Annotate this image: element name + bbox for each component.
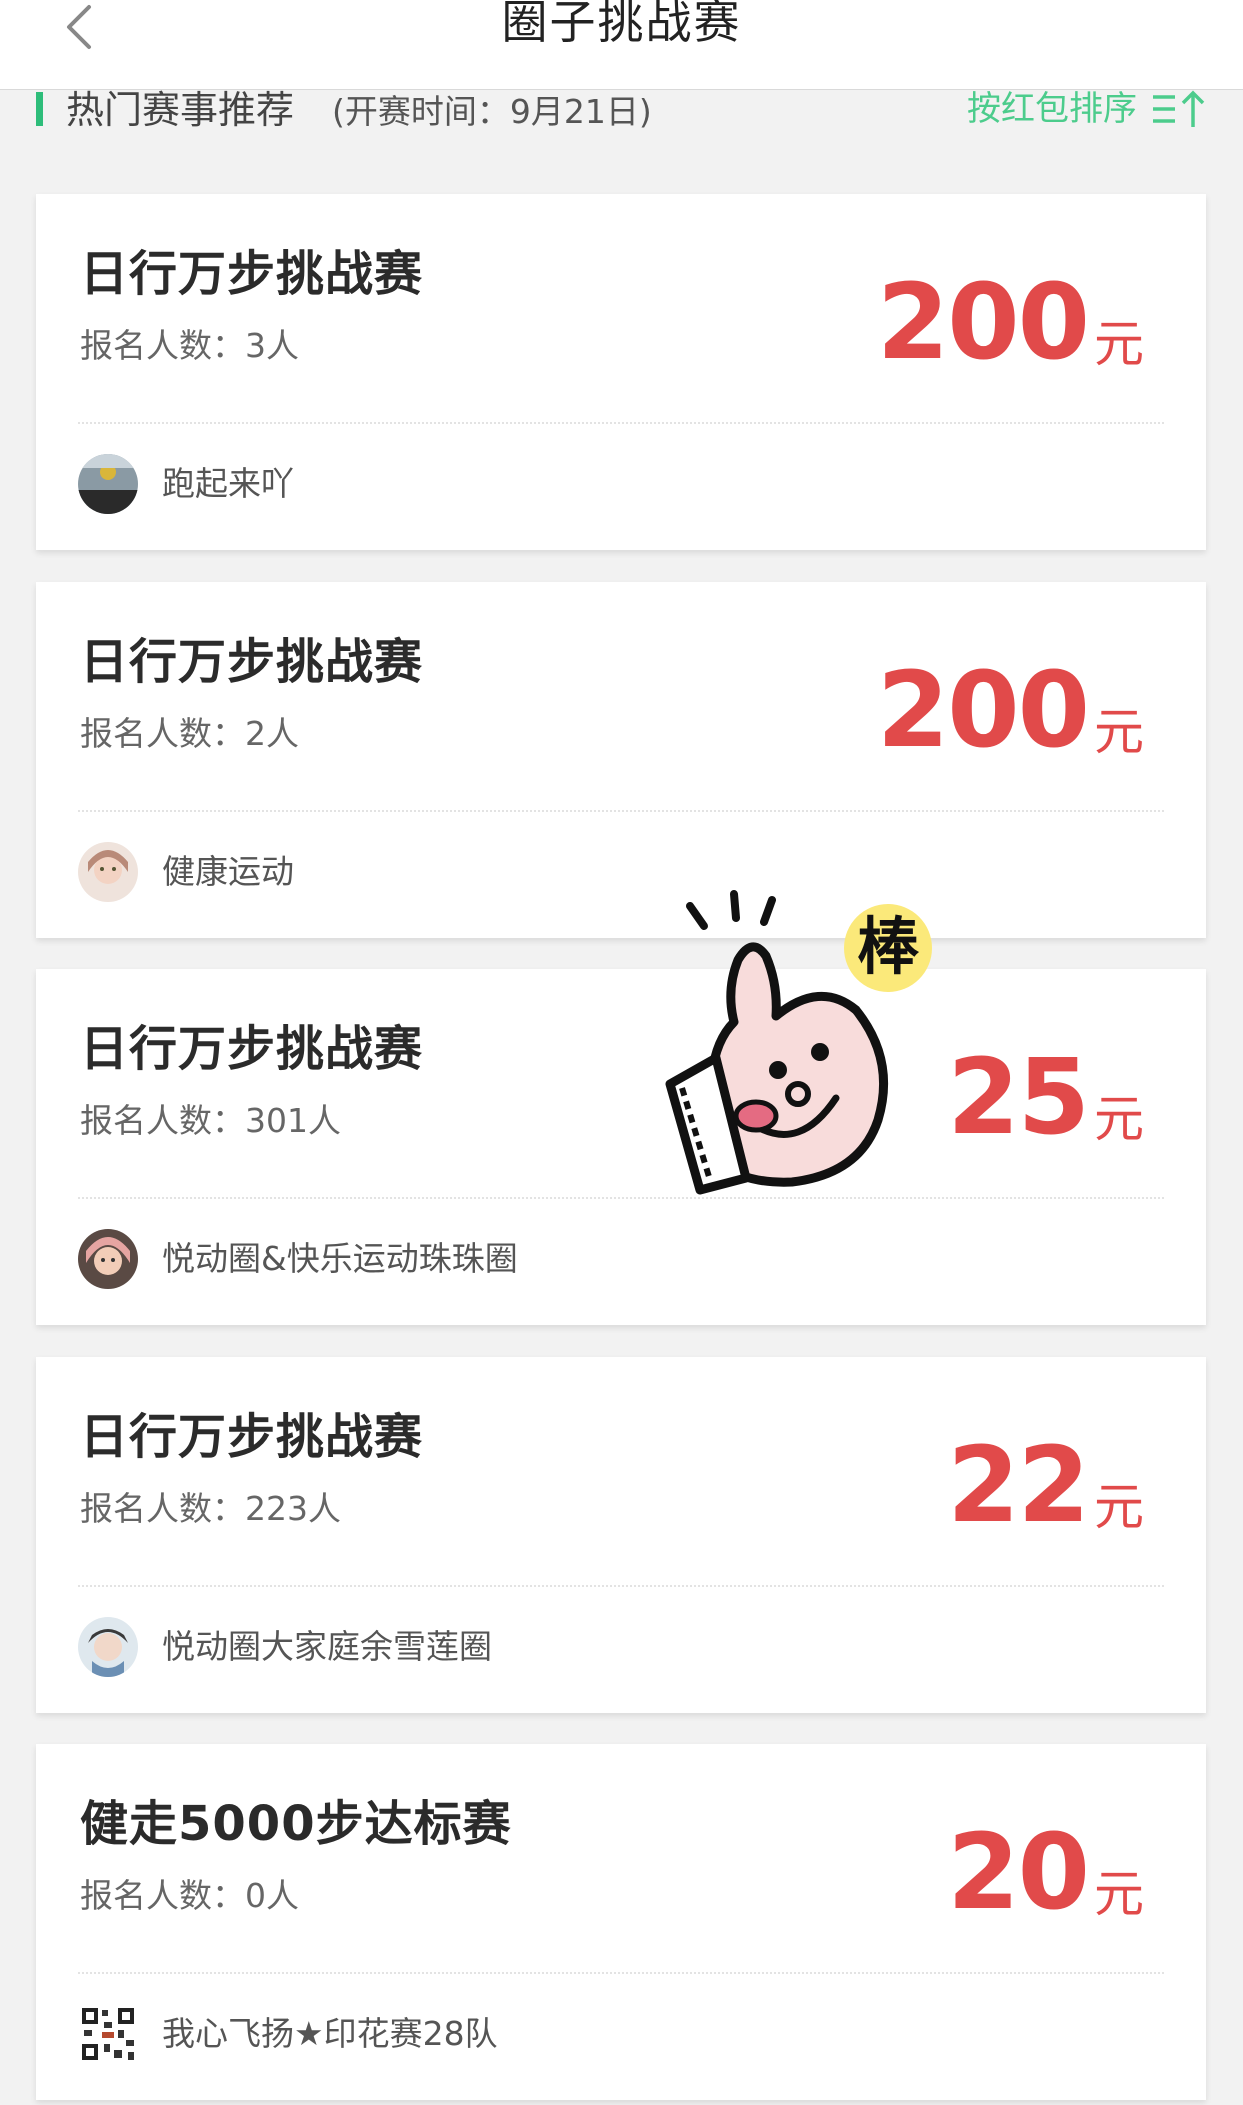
page-title: 圈子挑战赛: [501, 0, 742, 49]
card-title: 日行万步挑战赛: [80, 246, 424, 302]
prize-unit: 元: [1094, 1865, 1144, 1923]
section-accent-bar: [36, 92, 43, 126]
page: 圈子挑战赛 热门赛事推荐 (开赛时间：9月21日) 按红包排序 日行万步挑战赛 …: [0, 0, 1243, 2105]
prize: 25 元: [947, 1039, 1144, 1149]
circle-avatar: [78, 2004, 138, 2064]
circle-avatar: [78, 1229, 138, 1289]
prize-amount: 200: [876, 649, 1090, 771]
prize-amount: 200: [876, 261, 1090, 383]
circle-avatar: [78, 842, 138, 902]
sticker-text: 棒: [857, 910, 920, 983]
circle-avatar: [78, 454, 138, 514]
section-header: 热门赛事推荐 (开赛时间：9月21日) 按红包排序: [0, 82, 1243, 132]
prize: 200 元: [877, 264, 1144, 374]
prize: 200 元: [877, 652, 1144, 762]
card-divider: [78, 1972, 1164, 1974]
prize-amount: 25: [947, 1036, 1090, 1158]
prize: 22 元: [947, 1427, 1144, 1537]
card-footer[interactable]: 悦动圈&快乐运动珠珠圈: [78, 1227, 518, 1291]
section-subtitle: (开赛时间：9月21日): [332, 92, 652, 131]
signup-count: 报名人数：223人: [80, 1489, 341, 1528]
signup-count: 报名人数：0人: [80, 1876, 299, 1915]
card-footer[interactable]: 悦动圈大家庭余雪莲圈: [78, 1615, 492, 1679]
signup-count: 报名人数：2人: [80, 714, 299, 753]
card-divider: [78, 810, 1164, 812]
thumbs-up-sticker-icon: 棒: [665, 890, 932, 1195]
prize-amount: 20: [947, 1811, 1090, 1933]
sort-by-red-packet-button[interactable]: 按红包排序: [967, 86, 1209, 132]
thumbs-up-sticker: 棒: [660, 890, 950, 1205]
qr-code-icon: [78, 2004, 138, 2064]
challenge-card[interactable]: 健走5000步达标赛 报名人数：0人 20 元 我心飞扬★印花赛28队: [36, 1744, 1206, 2100]
sort-label: 按红包排序: [967, 89, 1137, 129]
challenge-card[interactable]: 日行万步挑战赛 报名人数：301人 25 元 悦动圈&快乐运动珠珠圈: [36, 969, 1206, 1325]
challenge-card[interactable]: 日行万步挑战赛 报名人数：223人 22 元 悦动圈大家庭余雪莲圈: [36, 1357, 1206, 1713]
circle-name: 悦动圈大家庭余雪莲圈: [162, 1627, 492, 1666]
card-footer[interactable]: 健康运动: [78, 840, 294, 904]
prize-unit: 元: [1094, 315, 1144, 373]
circle-name: 悦动圈&快乐运动珠珠圈: [162, 1239, 518, 1278]
sort-ascending-icon: [1153, 90, 1205, 127]
prize-amount: 22: [947, 1424, 1090, 1546]
card-title: 日行万步挑战赛: [80, 634, 424, 690]
card-divider: [78, 1197, 1164, 1199]
card-title: 健走5000步达标赛: [80, 1796, 512, 1852]
card-title: 日行万步挑战赛: [80, 1021, 424, 1077]
card-title: 日行万步挑战赛: [80, 1409, 424, 1465]
challenge-card[interactable]: 日行万步挑战赛 报名人数：3人 200 元 跑起来吖: [36, 194, 1206, 550]
prize-unit: 元: [1094, 703, 1144, 761]
circle-name: 我心飞扬★印花赛28队: [162, 2014, 498, 2053]
circle-name: 健康运动: [162, 852, 294, 891]
circle-name: 跑起来吖: [162, 464, 294, 503]
circle-avatar: [78, 1617, 138, 1677]
card-divider: [78, 1585, 1164, 1587]
signup-count: 报名人数：3人: [80, 326, 299, 365]
challenge-card[interactable]: 日行万步挑战赛 报名人数：2人 200 元 健康运动: [36, 582, 1206, 938]
card-divider: [78, 422, 1164, 424]
section-title: 热门赛事推荐: [66, 88, 295, 132]
top-nav-bar: 圈子挑战赛: [0, 0, 1243, 90]
signup-count: 报名人数：301人: [80, 1101, 341, 1140]
prize: 20 元: [947, 1814, 1144, 1924]
prize-unit: 元: [1094, 1090, 1144, 1148]
prize-unit: 元: [1094, 1478, 1144, 1536]
card-footer[interactable]: 跑起来吖: [78, 452, 294, 516]
card-footer[interactable]: 我心飞扬★印花赛28队: [78, 2002, 498, 2066]
